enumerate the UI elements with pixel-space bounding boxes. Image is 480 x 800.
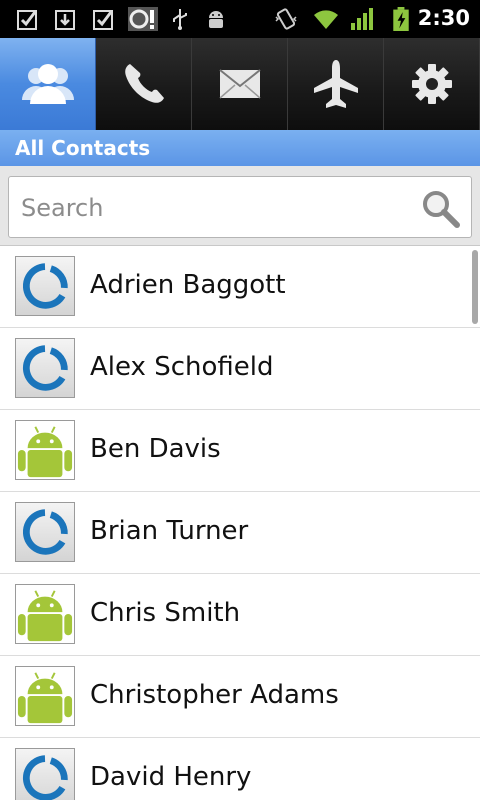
android-icon — [17, 426, 73, 478]
avatar — [15, 584, 75, 644]
vibrate-icon — [275, 8, 297, 30]
signal-icon — [351, 8, 373, 30]
checkbox-icon — [93, 10, 113, 30]
checkbox-icon — [17, 10, 37, 30]
sync-alert-icon — [128, 7, 158, 31]
search-bar — [0, 166, 480, 246]
avatar — [15, 256, 75, 316]
tab-settings[interactable] — [384, 38, 480, 130]
android-debug-icon — [209, 11, 223, 28]
usb-icon — [173, 9, 187, 30]
title-bar: All Contacts — [0, 130, 480, 166]
contact-name: David Henry — [90, 762, 252, 792]
list-item[interactable]: Adrien Baggott — [0, 246, 480, 328]
ring-logo-icon — [22, 263, 68, 309]
android-icon — [17, 590, 73, 642]
status-clock: 2:30 — [417, 6, 470, 30]
list-item[interactable]: Brian Turner — [0, 492, 480, 574]
contact-name: Adrien Baggott — [90, 270, 286, 300]
list-item[interactable]: Alex Schofield — [0, 328, 480, 410]
phone-icon — [124, 64, 164, 103]
wifi-icon — [314, 10, 338, 29]
download-icon — [55, 10, 75, 30]
contact-name: Ben Davis — [90, 434, 221, 464]
airplane-icon — [313, 60, 358, 108]
avatar — [15, 502, 75, 562]
contact-name: Christopher Adams — [90, 680, 339, 710]
avatar — [15, 666, 75, 726]
tab-airplane-mode[interactable] — [288, 38, 384, 130]
contact-list[interactable]: Adrien Baggott Alex Schofield Ben Davis — [0, 246, 480, 800]
battery-charging-icon — [393, 7, 409, 31]
contact-name: Brian Turner — [90, 516, 249, 546]
list-item[interactable]: Christopher Adams — [0, 656, 480, 738]
list-item[interactable]: Ben Davis — [0, 410, 480, 492]
contact-name: Alex Schofield — [90, 352, 274, 382]
ring-logo-icon — [22, 345, 68, 391]
list-item[interactable]: David Henry — [0, 738, 480, 800]
android-icon — [17, 672, 73, 724]
search-icon[interactable] — [419, 187, 461, 229]
search-input[interactable] — [21, 191, 401, 225]
tab-contacts[interactable] — [0, 38, 96, 130]
avatar — [15, 420, 75, 480]
envelope-icon — [218, 69, 261, 99]
avatar — [15, 748, 75, 800]
search-box[interactable] — [8, 176, 472, 238]
avatar — [15, 338, 75, 398]
tab-phone[interactable] — [96, 38, 192, 130]
contacts-icon — [21, 64, 74, 104]
status-bar: 2:30 — [0, 0, 480, 38]
gear-icon — [411, 64, 452, 104]
tab-bar — [0, 38, 480, 130]
tab-messages[interactable] — [192, 38, 288, 130]
contact-name: Chris Smith — [90, 598, 241, 628]
list-item[interactable]: Chris Smith — [0, 574, 480, 656]
ring-logo-icon — [22, 509, 68, 555]
scrollbar[interactable] — [472, 250, 478, 324]
page-title: All Contacts — [15, 136, 151, 160]
ring-logo-icon — [22, 755, 68, 800]
